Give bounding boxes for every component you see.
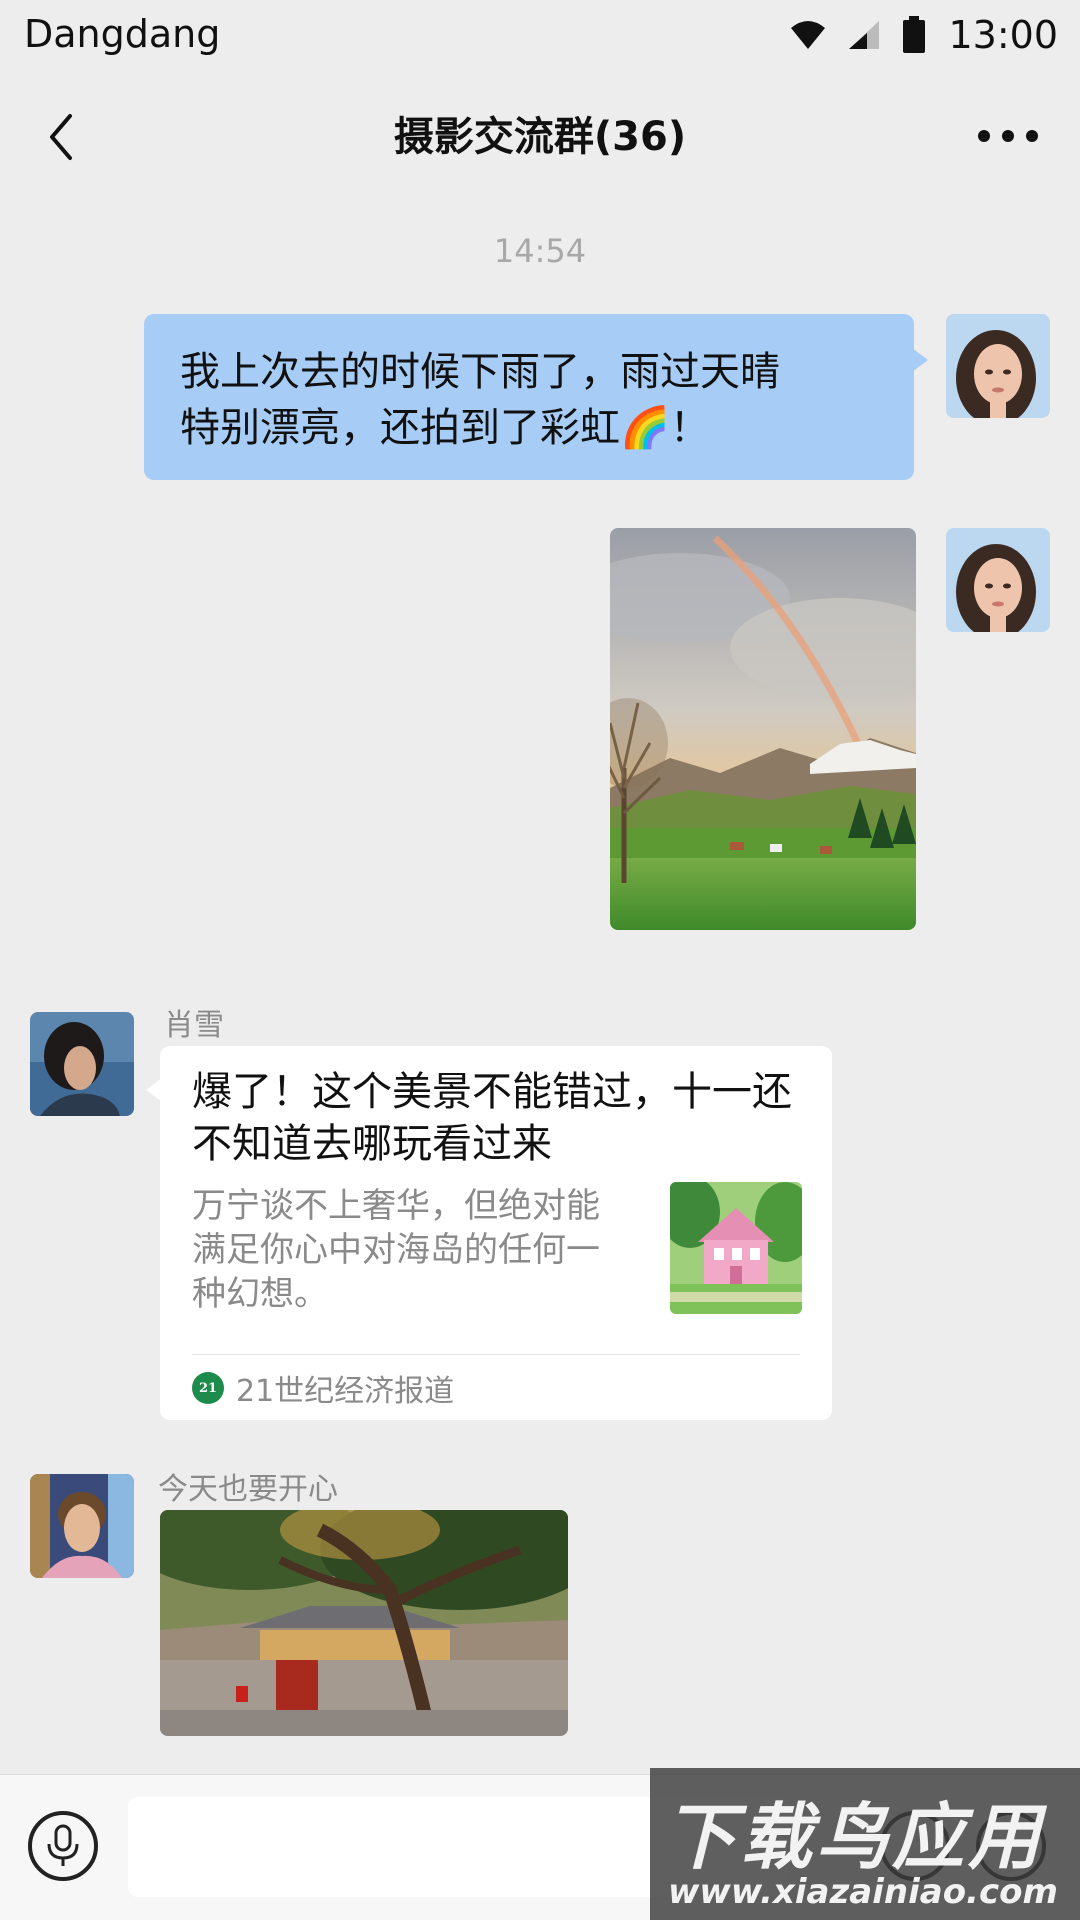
watermark-url: www.xiazainiao.com bbox=[668, 1872, 1058, 1912]
avatar[interactable] bbox=[946, 528, 1050, 632]
avatar-girl-image bbox=[946, 314, 1050, 418]
watermark: 下载鸟应用 www.xiazainiao.com bbox=[650, 1768, 1080, 1920]
avatar[interactable] bbox=[946, 314, 1050, 418]
carrier-name: Dangdang bbox=[24, 12, 221, 56]
courtyard-tree-image bbox=[160, 1510, 568, 1736]
clock: 13:00 bbox=[948, 13, 1058, 57]
voice-button[interactable] bbox=[28, 1811, 98, 1881]
link-card-thumbnail bbox=[670, 1182, 802, 1314]
outgoing-photo-message[interactable] bbox=[610, 528, 916, 930]
message-timestamp: 14:54 bbox=[493, 232, 587, 270]
sender-name: 肖雪 bbox=[164, 1008, 224, 1043]
watermark-title: 下载鸟应用 bbox=[664, 1795, 1045, 1879]
rainbow-landscape-image bbox=[610, 528, 916, 930]
link-card-description: 万宁谈不上奢华，但绝对能满足你心中对海岛的任何一种幻想。 bbox=[192, 1186, 600, 1314]
outgoing-text-bubble[interactable]: 我上次去的时候下雨了，雨过天晴 特别漂亮，还拍到了彩虹🌈！ bbox=[144, 314, 928, 480]
chat-title: 摄影交流群(36) bbox=[393, 114, 687, 160]
link-card-title: 爆了！这个美景不能错过，十一还不知道去哪玩看过来 bbox=[192, 1069, 792, 1167]
status-bar: Dangdang 13:00 bbox=[0, 0, 1080, 70]
link-card-source[interactable]: 21 21世纪经济报道 bbox=[192, 1368, 455, 1409]
battery-icon bbox=[903, 16, 926, 53]
avatar-boy-city-image bbox=[30, 1474, 134, 1578]
source-logo-icon: 21 bbox=[192, 1372, 224, 1404]
wifi-icon bbox=[791, 21, 826, 49]
cellular-signal-icon bbox=[849, 21, 880, 49]
microphone-icon bbox=[47, 1824, 79, 1866]
source-name: 21世纪经济报道 bbox=[236, 1374, 455, 1409]
status-icons: 13:00 bbox=[790, 10, 1058, 60]
incoming-photo-message[interactable] bbox=[160, 1510, 568, 1736]
pink-house-image bbox=[670, 1182, 802, 1314]
avatar[interactable] bbox=[30, 1474, 134, 1578]
card-divider bbox=[192, 1354, 800, 1355]
message-text-line: 我上次去的时候下雨了，雨过天晴 bbox=[180, 349, 780, 395]
avatar-girl-image bbox=[946, 528, 1050, 632]
more-dots-icon bbox=[978, 130, 990, 142]
sender-name: 今天也要开心 bbox=[158, 1472, 338, 1507]
nav-bar: 摄影交流群(36) bbox=[0, 80, 1080, 190]
message-text-line: 特别漂亮，还拍到了彩虹🌈！ bbox=[180, 405, 710, 451]
avatar[interactable] bbox=[30, 1012, 134, 1116]
more-button[interactable] bbox=[978, 122, 1038, 150]
link-card-message[interactable]: 爆了！这个美景不能错过，十一还不知道去哪玩看过来 万宁谈不上奢华，但绝对能满足你… bbox=[146, 1046, 832, 1420]
avatar-boy-sea-image bbox=[30, 1012, 134, 1116]
